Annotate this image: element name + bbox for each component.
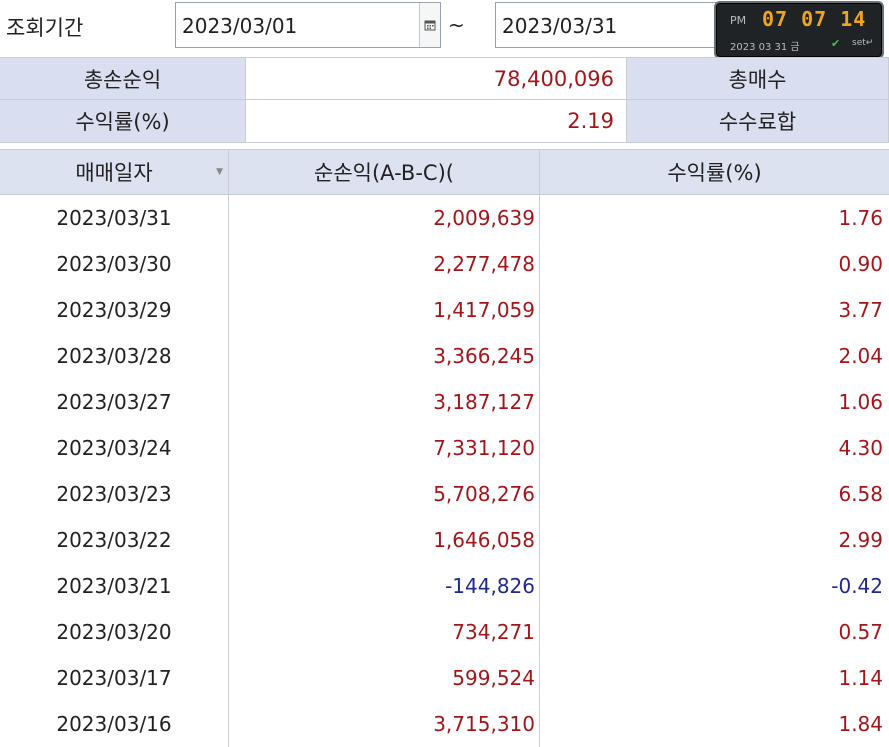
table-row[interactable]: 2023/03/31 2,009,639 1.76 xyxy=(0,195,889,241)
cell-net-pnl: 2,277,478 xyxy=(433,252,535,276)
column-header-trade-date-label: 매매일자 xyxy=(75,161,153,185)
cell-net-pnl: 3,715,310 xyxy=(433,712,535,736)
cell-trade-date: 2023/03/27 xyxy=(56,390,172,414)
cell-net-pnl: 3,187,127 xyxy=(433,390,535,414)
clock-time: 07 07 14 xyxy=(762,7,867,31)
cell-net-pnl: 2,009,639 xyxy=(433,206,535,230)
shield-icon: ✔ xyxy=(831,37,841,50)
column-header-return[interactable]: 수익률(%) xyxy=(540,150,889,194)
cell-net-pnl: 734,271 xyxy=(452,620,535,644)
cell-trade-date: 2023/03/17 xyxy=(56,666,172,690)
cell-return: 0.57 xyxy=(838,620,883,644)
cell-return: -0.42 xyxy=(831,574,883,598)
cell-return: 1.14 xyxy=(838,666,883,690)
return-label: 수익률(%) xyxy=(0,100,246,143)
sort-down-icon[interactable]: ▼ xyxy=(216,167,223,177)
summary-row-return: 수익률(%) 2.19 수수료합 xyxy=(0,100,889,143)
table-row[interactable]: 2023/03/17 599,524 1.14 xyxy=(0,655,889,701)
total-pnl-label: 총손순익 xyxy=(0,57,246,100)
query-toolbar: 조회기간 2023/03/01 ~ 2023/03/31 PM 07 07 14… xyxy=(0,0,889,59)
cell-net-pnl: 599,524 xyxy=(452,666,535,690)
table-row[interactable]: 2023/03/23 5,708,276 6.58 xyxy=(0,471,889,517)
cell-trade-date: 2023/03/28 xyxy=(56,344,172,368)
clock-set-button[interactable]: set↵ xyxy=(852,38,873,48)
cell-net-pnl: 3,366,245 xyxy=(433,344,535,368)
fees-label: 수수료합 xyxy=(627,100,889,143)
summary-row-pnl: 총손순익 78,400,096 총매수 xyxy=(0,57,889,100)
date-range-separator: ~ xyxy=(448,13,465,37)
cell-trade-date: 2023/03/29 xyxy=(56,298,172,322)
total-trades-label: 총매수 xyxy=(627,57,889,100)
table-header: 매매일자 ▼ 순손익(A-B-C)( 수익률(%) xyxy=(0,149,889,195)
cell-net-pnl: 5,708,276 xyxy=(433,482,535,506)
clock-set-label: set xyxy=(852,38,866,48)
clock-date: 2023 03 31 금 xyxy=(730,42,800,53)
cell-trade-date: 2023/03/16 xyxy=(56,712,172,736)
cell-net-pnl: 1,646,058 xyxy=(433,528,535,552)
cell-return: 0.90 xyxy=(838,252,883,276)
end-date-value: 2023/03/31 xyxy=(502,14,618,38)
cell-return: 1.06 xyxy=(838,390,883,414)
cell-return: 3.77 xyxy=(838,298,883,322)
cell-trade-date: 2023/03/31 xyxy=(56,206,172,230)
cell-return: 6.58 xyxy=(838,482,883,506)
table-row[interactable]: 2023/03/27 3,187,127 1.06 xyxy=(0,379,889,425)
cell-trade-date: 2023/03/20 xyxy=(56,620,172,644)
cell-return: 2.99 xyxy=(838,528,883,552)
cell-net-pnl: 7,331,120 xyxy=(433,436,535,460)
cell-return: 4.30 xyxy=(838,436,883,460)
cell-trade-date: 2023/03/22 xyxy=(56,528,172,552)
period-label: 조회기간 xyxy=(6,16,84,40)
cell-trade-date: 2023/03/21 xyxy=(56,574,172,598)
cell-return: 1.84 xyxy=(838,712,883,736)
end-date-field[interactable]: 2023/03/31 xyxy=(495,2,735,48)
table-row[interactable]: 2023/03/24 7,331,120 4.30 xyxy=(0,425,889,471)
cell-trade-date: 2023/03/23 xyxy=(56,482,172,506)
return-value: 2.19 xyxy=(246,100,627,143)
start-date-value: 2023/03/01 xyxy=(182,14,298,38)
cell-trade-date: 2023/03/30 xyxy=(56,252,172,276)
desktop-clock-widget: PM 07 07 14 2023 03 31 금 ✔ set↵ xyxy=(714,1,884,59)
table-row[interactable]: 2023/03/21 -144,826 -0.42 xyxy=(0,563,889,609)
cell-return: 1.76 xyxy=(838,206,883,230)
table-row[interactable]: 2023/03/29 1,417,059 3.77 xyxy=(0,287,889,333)
table-row[interactable]: 2023/03/16 3,715,310 1.84 xyxy=(0,701,889,747)
clock-ampm: PM xyxy=(730,14,747,27)
table-row[interactable]: 2023/03/28 3,366,245 2.04 xyxy=(0,333,889,379)
cell-return: 2.04 xyxy=(838,344,883,368)
start-date-field[interactable]: 2023/03/01 xyxy=(175,2,441,48)
table-row[interactable]: 2023/03/30 2,277,478 0.90 xyxy=(0,241,889,287)
column-header-trade-date[interactable]: 매매일자 ▼ xyxy=(0,150,229,194)
total-pnl-value: 78,400,096 xyxy=(246,57,627,100)
calendar-icon[interactable] xyxy=(419,3,440,47)
column-header-net-pnl[interactable]: 순손익(A-B-C)( xyxy=(229,150,540,194)
table-row[interactable]: 2023/03/20 734,271 0.57 xyxy=(0,609,889,655)
cell-net-pnl: 1,417,059 xyxy=(433,298,535,322)
cell-trade-date: 2023/03/24 xyxy=(56,436,172,460)
table-row[interactable]: 2023/03/22 1,646,058 2.99 xyxy=(0,517,889,563)
cell-net-pnl: -144,826 xyxy=(445,574,535,598)
table-body: 2023/03/31 2,009,639 1.76 2023/03/30 2,277,4… xyxy=(0,195,889,747)
